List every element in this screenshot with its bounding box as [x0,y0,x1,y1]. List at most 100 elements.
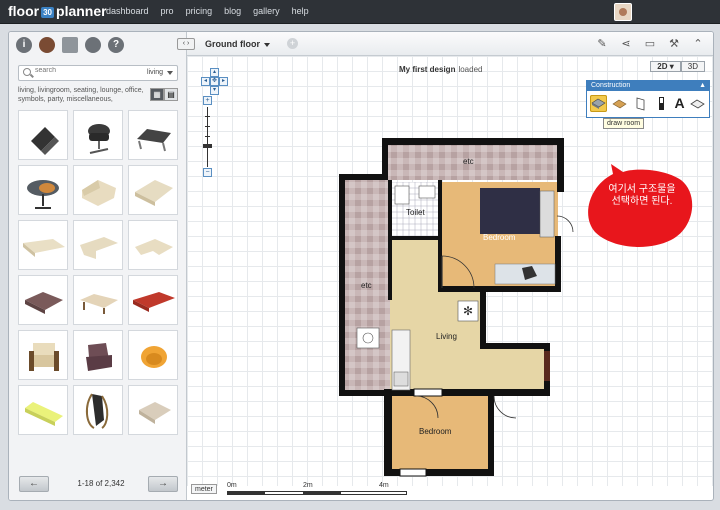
nav-dashboard[interactable]: dashboard [106,6,149,16]
door-tool-icon[interactable] [632,95,649,112]
help-icon[interactable]: ? [108,37,124,53]
category-select[interactable]: living [147,69,163,76]
furniture-icon[interactable] [39,37,55,53]
stove[interactable] [356,327,380,349]
furniture-item-wood-lounge-chair[interactable] [73,385,123,435]
furniture-item-armchair[interactable] [18,330,68,380]
room-label-bedroom-2[interactable]: Bedroom [419,427,451,436]
furniture-item-dark-armchair[interactable] [73,330,123,380]
library-panel: i ? living living, livingroom, seating, … [9,32,187,500]
furniture-item-laptop[interactable] [18,110,68,160]
prev-page-button[interactable]: ← [19,476,49,492]
search-input[interactable] [35,67,125,74]
furniture-item-deck-chair[interactable] [128,110,178,160]
floor-select[interactable]: Ground floor [205,39,270,49]
measure-tool-icon[interactable] [689,95,706,112]
wood-lounge-chair-icon [86,393,109,429]
cooktop[interactable] [393,371,409,387]
furniture-item-orange-round-chair[interactable] [128,330,178,380]
floorplanner-logo[interactable]: floor 30 planner [8,3,107,19]
chevron-down-icon [264,42,270,47]
door-swing [556,215,574,233]
logo-text-left: floor [8,3,40,19]
corner-sofa-icon [80,237,118,259]
eraser-icon[interactable]: ✎ [595,37,609,51]
collapse-panel-button[interactable]: ‹ › [177,38,195,50]
editor-frame: i ? living living, livingroom, seating, … [8,31,714,501]
loveseat-icon [82,180,116,206]
image-icon[interactable] [62,37,78,53]
furniture-item-red-sofa[interactable] [128,275,178,325]
floor-tool-icon[interactable] [611,95,628,112]
grid-view-icon[interactable]: ▦ [150,88,164,101]
floor-label: Ground floor [205,39,260,49]
text-tool-icon[interactable]: A [674,95,685,112]
room-label-etc-top[interactable]: etc [463,157,474,166]
window[interactable] [399,468,427,477]
deck-chair-icon [137,129,171,152]
category-tags[interactable]: living, livingroom, seating, lounge, off… [18,86,146,104]
nav-pro[interactable]: pro [161,6,174,16]
chaise-icon [80,294,118,314]
share-icon[interactable]: ⋖ [619,37,633,51]
sink-fixture[interactable] [418,185,436,199]
red-sofa-icon [133,292,175,312]
furniture-item-beige-armchair[interactable] [128,385,178,435]
room-label-bedroom[interactable]: Bedroom [483,233,515,242]
nav-blog[interactable]: blog [224,6,241,16]
room-label-toilet[interactable]: Toilet [406,208,425,217]
collapse-palette-icon[interactable]: ▲ [699,81,706,91]
room-label-living[interactable]: Living [436,332,457,341]
scale-segment [227,491,265,495]
chaise-lounge-icon [25,402,63,426]
long-sofa-icon [23,239,65,257]
furniture-item-round-table[interactable] [18,165,68,215]
nav-pricing[interactable]: pricing [186,6,213,16]
view-toggle: ▦ ▤ [150,88,178,101]
furniture-item-loveseat[interactable] [73,165,123,215]
construction-palette: Construction ▲ A [586,80,710,118]
beige-armchair-icon [139,402,171,424]
main-nav: dashboard pro pricing blog gallery help [106,6,309,16]
next-page-button[interactable]: → [148,476,178,492]
paint-icon[interactable] [85,37,101,53]
armchair-icon [29,343,59,371]
draw-room-tool-icon[interactable] [590,95,607,112]
user-avatar[interactable] [614,3,632,21]
top-navigation-bar: floor 30 planner dashboard pro pricing blo… [0,0,720,24]
unit-select[interactable]: meter [191,484,217,494]
window[interactable] [413,388,443,397]
add-floor-button[interactable]: + [287,38,298,49]
construction-title: Construction [591,82,631,89]
nav-help[interactable]: help [292,6,309,16]
furniture-item-chaise[interactable] [73,275,123,325]
toilet-fixture[interactable] [394,185,410,205]
laptop-icon [31,127,59,155]
furniture-item-sofa[interactable] [128,165,178,215]
orange-round-chair-icon [141,346,167,368]
list-view-icon[interactable]: ▤ [164,88,178,101]
search-icon [23,68,31,76]
furniture-item-chaise-lounge[interactable] [18,385,68,435]
nav-gallery[interactable]: gallery [253,6,280,16]
furniture-item-corner-sofa[interactable] [73,220,123,270]
print-icon[interactable]: ▭ [643,37,657,51]
entrance-door[interactable] [544,351,550,381]
room-label-etc-left[interactable]: etc [361,281,372,290]
round-table-icon [27,180,59,209]
chevron-up-icon[interactable]: ⌃ [691,37,705,51]
page-range: 1-18 of 2,342 [77,479,125,488]
furniture-item-long-sofa[interactable] [18,220,68,270]
window-tool-icon[interactable] [653,95,670,112]
construction-header: Construction ▲ [587,81,709,91]
chevron-down-icon[interactable] [167,71,173,75]
door-swing [493,395,517,419]
bed[interactable] [480,188,540,234]
furniture-item-brown-sofa[interactable] [18,275,68,325]
scale-segment [303,491,341,495]
scale-label-4: 4m [379,482,389,489]
furniture-item-corner-sofa-2[interactable] [128,220,178,270]
info-icon[interactable]: i [16,37,32,53]
furniture-item-office-chair[interactable] [73,110,123,160]
wrench-icon[interactable]: ⚒ [667,37,681,51]
